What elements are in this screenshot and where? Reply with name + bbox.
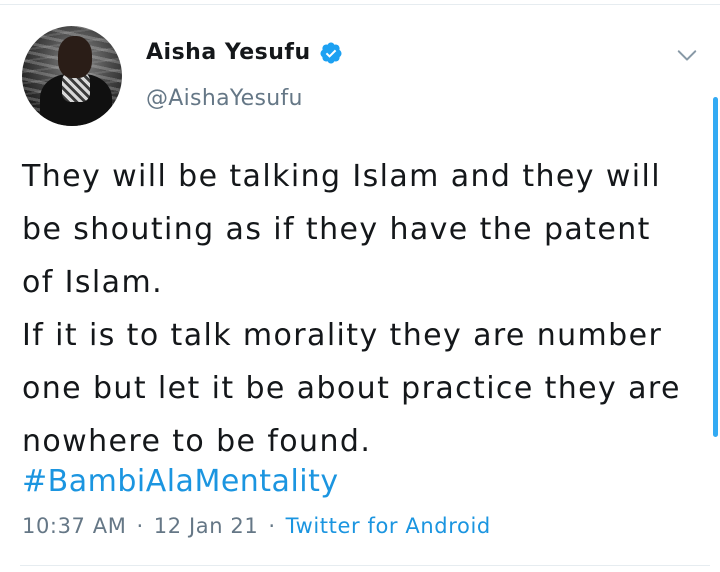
hashtag-link[interactable]: #BambiAlaMentality — [22, 464, 339, 499]
verified-badge-icon — [320, 42, 342, 63]
tweet-time[interactable]: 10:37 AM — [22, 514, 126, 538]
tweet-date[interactable]: 12 Jan 21 — [154, 514, 259, 538]
meta-separator: · — [136, 514, 144, 538]
tweet-text-line: They will be talking Islam and they will — [22, 159, 661, 194]
top-divider — [0, 4, 720, 5]
author-name-row[interactable]: Aisha Yesufu — [146, 40, 343, 65]
tweet-text-line: If it is to talk morality they are numbe… — [22, 318, 663, 353]
bottom-divider — [20, 565, 710, 566]
tweet-text-line: be shouting as if they have the patent — [22, 212, 651, 247]
avatar[interactable] — [22, 26, 122, 126]
tweet-card: Aisha Yesufu @AishaYesufu They will be t… — [0, 0, 720, 572]
tweet-text-line: nowhere to be found. — [22, 424, 372, 459]
tweet-text-line: of Islam. — [22, 265, 164, 300]
scrollbar[interactable] — [713, 97, 718, 437]
tweet-source-link[interactable]: Twitter for Android — [286, 514, 491, 538]
avatar-head — [58, 36, 92, 78]
tweet-text-line: one but let it be about practice they ar… — [22, 371, 681, 406]
tweet-text: They will be talking Islam and they will… — [22, 150, 702, 468]
chevron-down-icon[interactable] — [676, 44, 698, 66]
tweet-metadata: 10:37 AM · 12 Jan 21 · Twitter for Andro… — [22, 514, 491, 538]
author-display-name[interactable]: Aisha Yesufu — [146, 40, 311, 65]
meta-separator: · — [268, 514, 276, 538]
author-handle[interactable]: @AishaYesufu — [146, 86, 303, 111]
